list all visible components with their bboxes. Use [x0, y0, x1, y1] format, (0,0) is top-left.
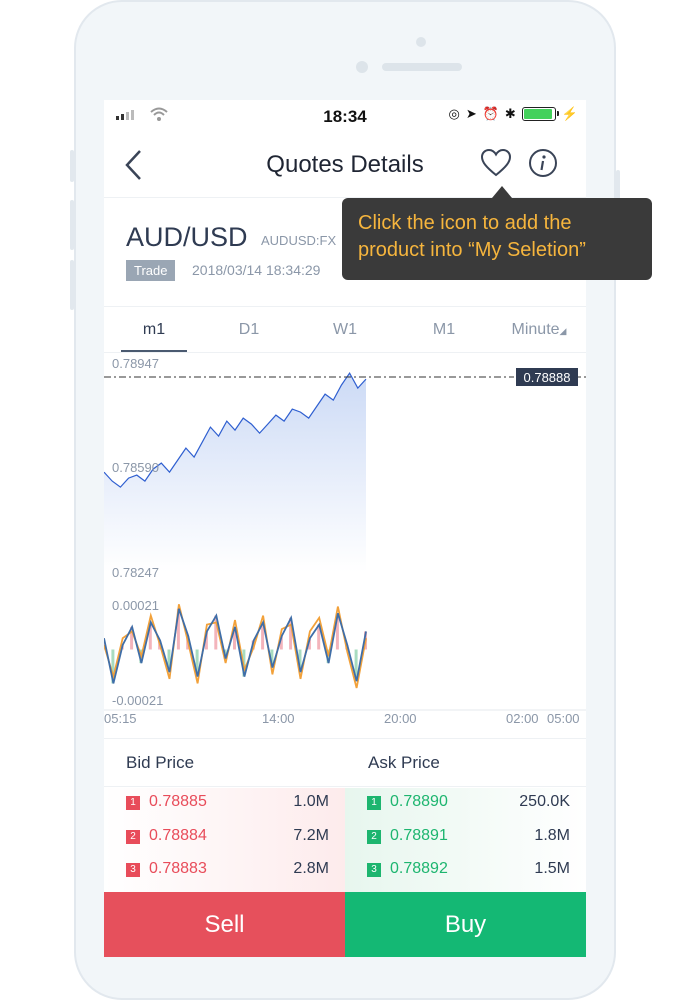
- quote-timestamp: 2018/03/14 18:34:29: [192, 262, 321, 278]
- ask-price: 0.78892: [390, 860, 448, 877]
- bluetooth-icon: ✱: [504, 106, 516, 121]
- sensor-dot: [416, 37, 426, 47]
- location-icon: ➤: [465, 106, 477, 121]
- ask-rank-badge: 3: [367, 863, 381, 877]
- tab-mn1[interactable]: M1: [399, 321, 489, 339]
- chart-canvas: 0.78888 0.78947 0.78590 0.78247 0.00021 …: [104, 356, 586, 726]
- x-tick-4: 05:00: [547, 711, 580, 726]
- bid-volume: 2.8M: [293, 860, 329, 877]
- ask-rank-badge: 1: [367, 796, 381, 810]
- rotation-lock-icon: ◎: [448, 106, 460, 121]
- ask-rank-badge: 2: [367, 830, 381, 844]
- order-row: 1 0.78885 1.0M 1 0.78890 250.0K: [104, 788, 586, 821]
- order-row: 2 0.78884 7.2M 2 0.78891 1.8M: [104, 822, 586, 855]
- price-label-high: 0.78947: [112, 356, 159, 371]
- status-icons: ◎ ➤ ⏰ ✱ ⚡: [448, 106, 578, 122]
- tab-minute-label: Minute: [511, 321, 560, 338]
- timeframe-tabs: m1 D1 W1 M1 Minute◢: [104, 308, 586, 353]
- order-row: 3 0.78883 2.8M 3 0.78892 1.5M: [104, 855, 586, 888]
- front-camera: [356, 61, 368, 73]
- bid-price: 0.78884: [149, 827, 207, 844]
- tab-m1[interactable]: m1: [109, 321, 199, 339]
- earpiece-speaker: [382, 63, 462, 71]
- nav-bar: Quotes Details: [104, 134, 586, 196]
- status-bar: 18:34 ◎ ➤ ⏰ ✱ ⚡: [104, 100, 586, 134]
- order-book-header: Bid Price Ask Price: [104, 740, 586, 786]
- ask-price: 0.78891: [390, 827, 448, 844]
- battery-icon: [521, 107, 559, 121]
- heart-icon[interactable]: [480, 148, 512, 178]
- bid-rank-badge: 2: [126, 830, 140, 844]
- price-label-mid: 0.78590: [112, 460, 159, 475]
- charging-icon: ⚡: [561, 106, 578, 121]
- x-tick-3: 02:00: [506, 711, 539, 726]
- volume-down-button: [70, 260, 74, 310]
- x-tick-0: 05:15: [104, 711, 137, 726]
- buy-button[interactable]: Buy: [345, 892, 586, 957]
- price-label-low: 0.78247: [112, 565, 159, 580]
- dropdown-triangle-icon: ◢: [559, 326, 567, 336]
- divider: [104, 786, 586, 787]
- bid-price: 0.78885: [149, 793, 207, 810]
- ask-volume: 1.8M: [534, 827, 570, 844]
- bid-volume: 7.2M: [293, 827, 329, 844]
- ask-price-header: Ask Price: [368, 753, 440, 772]
- bid-volume: 1.0M: [293, 793, 329, 810]
- mute-switch: [70, 150, 74, 182]
- volume-up-button: [70, 200, 74, 250]
- bid-price: 0.78883: [149, 860, 207, 877]
- page-title: Quotes Details: [266, 151, 424, 178]
- sell-button[interactable]: Sell: [104, 892, 345, 957]
- info-icon[interactable]: [528, 148, 558, 178]
- order-book: 1 0.78885 1.0M 1 0.78890 250.0K 2 0.7888…: [104, 788, 586, 892]
- divider: [104, 738, 586, 739]
- tab-minute[interactable]: Minute◢: [494, 321, 584, 339]
- bid-price-header: Bid Price: [126, 753, 195, 772]
- ask-volume: 250.0K: [519, 793, 570, 810]
- trade-badge: Trade: [126, 260, 176, 281]
- indicator-label-low: -0.00021: [112, 693, 163, 708]
- bid-rank-badge: 3: [126, 863, 140, 877]
- indicator-label-high: 0.00021: [112, 598, 159, 613]
- ask-price: 0.78890: [390, 793, 448, 810]
- divider: [104, 306, 586, 307]
- current-price-label: 0.78888: [524, 370, 571, 385]
- x-tick-2: 20:00: [384, 711, 417, 726]
- favorite-tooltip: Click the icon to add the product into “…: [342, 186, 652, 280]
- ask-volume: 1.5M: [534, 860, 570, 877]
- bid-rank-badge: 1: [126, 796, 140, 810]
- tab-d1[interactable]: D1: [204, 321, 294, 339]
- product-code: AUDUSD:FX: [261, 233, 337, 248]
- product-name: AUD/USD: [126, 222, 248, 252]
- tab-w1[interactable]: W1: [300, 321, 390, 339]
- x-tick-1: 14:00: [262, 711, 295, 726]
- price-chart[interactable]: 0.78888 0.78947 0.78590 0.78247 0.00021 …: [104, 352, 586, 732]
- alarm-icon: ⏰: [482, 106, 499, 121]
